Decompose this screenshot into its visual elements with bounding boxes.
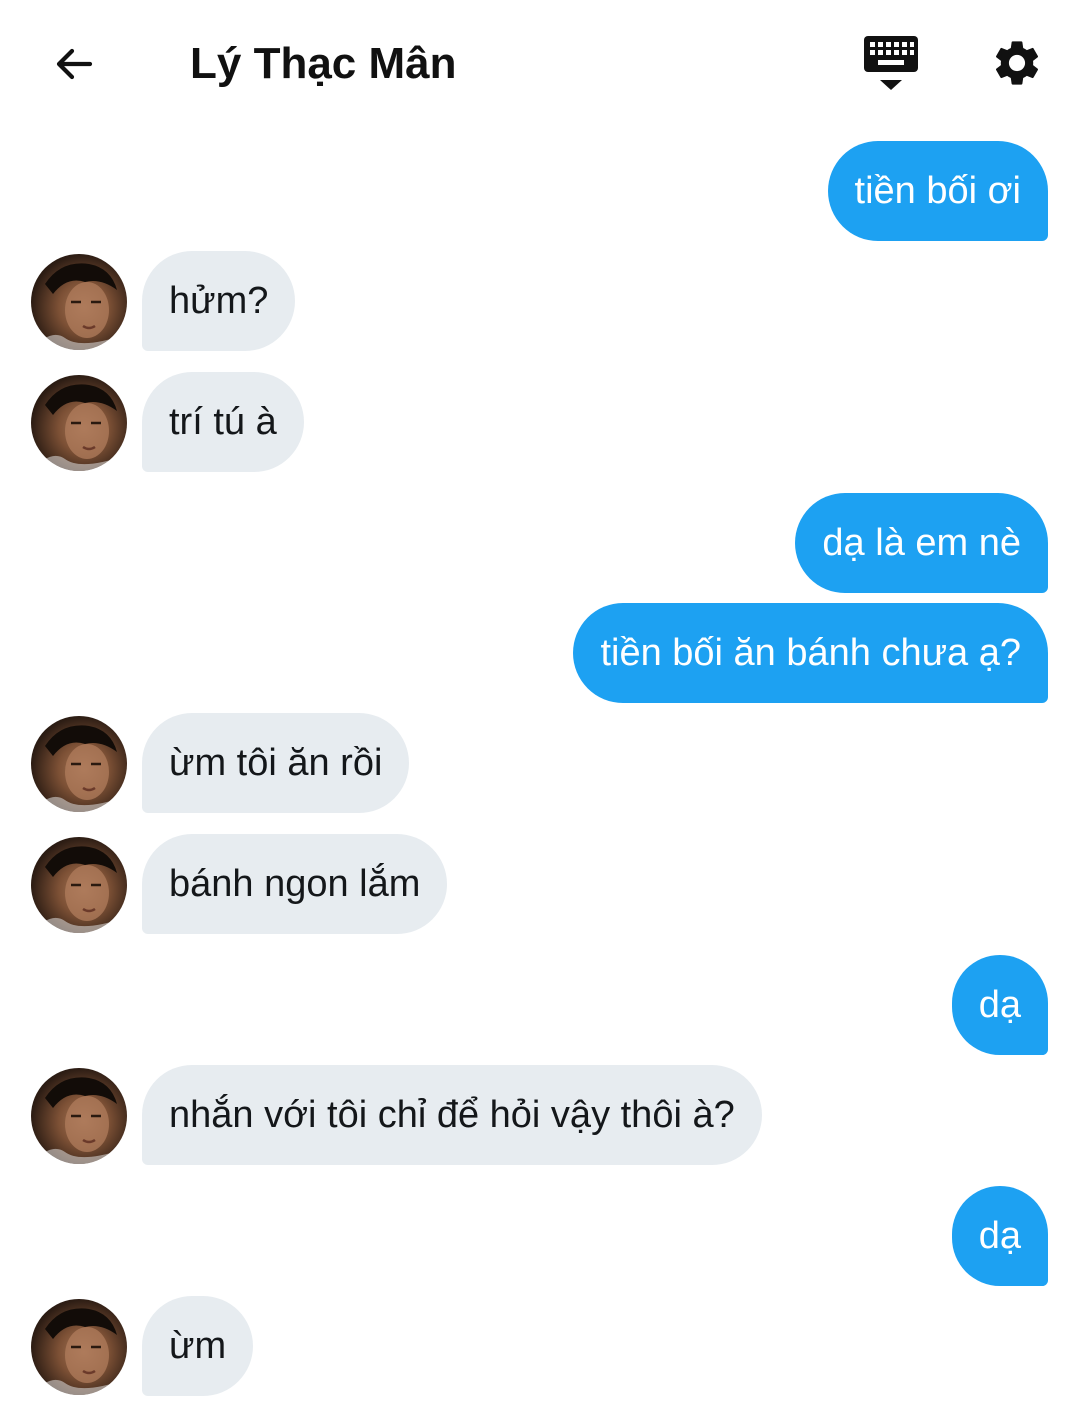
message-row-received: ừm [0,1296,1080,1396]
avatar[interactable] [31,375,127,471]
message-row-sent: dạ là em nè [0,493,1080,593]
sent-message-bubble[interactable]: tiền bối ăn bánh chưa ạ? [573,603,1048,703]
message-row-received: ừm tôi ăn rồi [0,713,1080,813]
message-row-received: nhắn với tôi chỉ để hỏi vậy thôi à? [0,1065,1080,1165]
message-row-sent: tiền bối ơi [0,141,1080,241]
avatar[interactable] [31,837,127,933]
received-message-bubble[interactable]: ừm tôi ăn rồi [142,713,410,813]
sent-message-bubble[interactable]: tiền bối ơi [827,141,1048,241]
avatar[interactable] [31,716,127,812]
message-row-received: hửm? [0,251,1080,351]
message-list: tiền bối ơi hửm? trí tú à dạ là em nè ti… [0,0,1080,1411]
sent-message-bubble[interactable]: dạ là em nè [795,493,1048,593]
avatar[interactable] [31,1068,127,1164]
message-row-sent: dạ [0,1186,1080,1286]
avatar[interactable] [31,1299,127,1395]
message-row-sent: tiền bối ăn bánh chưa ạ? [0,603,1080,703]
message-row-received: trí tú à [0,372,1080,472]
received-message-bubble[interactable]: ừm [142,1296,254,1396]
received-message-bubble[interactable]: nhắn với tôi chỉ để hỏi vậy thôi à? [142,1065,762,1165]
received-message-bubble[interactable]: trí tú à [142,372,304,472]
message-row-sent: dạ [0,955,1080,1055]
sent-message-bubble[interactable]: dạ [951,1186,1048,1286]
sent-message-bubble[interactable]: dạ [951,955,1048,1055]
avatar[interactable] [31,254,127,350]
message-row-received: bánh ngon lắm [0,834,1080,934]
received-message-bubble[interactable]: hửm? [142,251,296,351]
received-message-bubble[interactable]: bánh ngon lắm [142,834,448,934]
